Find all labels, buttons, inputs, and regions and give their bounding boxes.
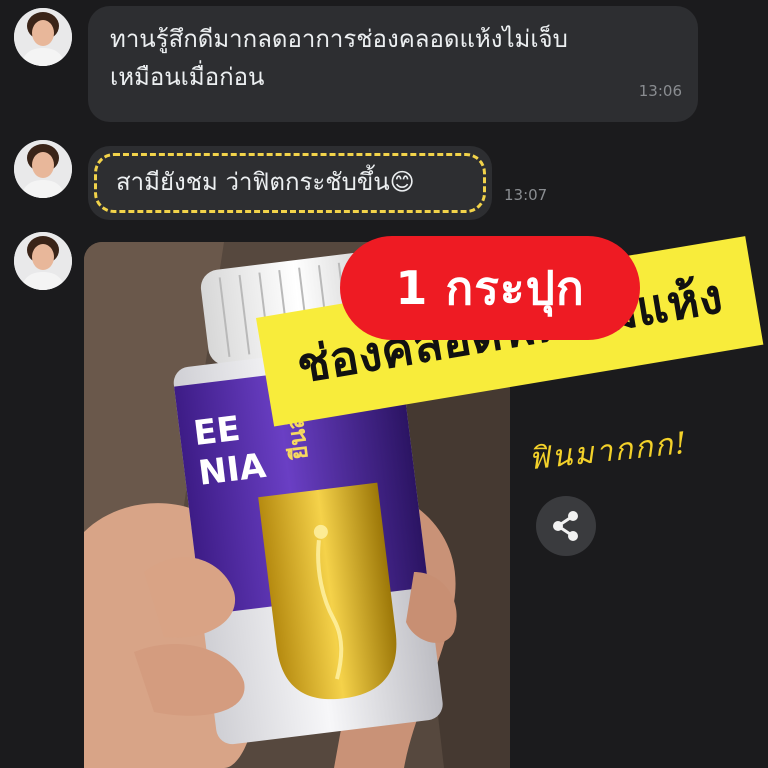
message-text: สามียังชม ว่าฟิตกระชับขึ้น (116, 168, 390, 196)
avatar[interactable] (14, 8, 72, 66)
badge-pill: 1 กระปุก (340, 236, 640, 340)
avatar[interactable] (14, 140, 72, 198)
message-bubble[interactable]: สามียังชม ว่าฟิตกระชับขึ้น😊 (88, 146, 492, 220)
avatar-photo (14, 140, 72, 198)
message-text-line: ทานรู้สึกดีมากลดอาการช่องคลอดแห้งไม่เจ็บ (110, 25, 568, 53)
avatar-photo (14, 232, 72, 290)
message-bubble[interactable]: ทานรู้สึกดีมากลดอาการช่องคลอดแห้งไม่เจ็บ… (88, 6, 698, 122)
smile-emoji-icon: 😊 (389, 168, 415, 196)
message-text-line: เหมือนเมื่อก่อน (110, 63, 265, 91)
bottle-label-text: EE NIA (191, 408, 269, 494)
share-button[interactable] (536, 496, 596, 556)
handwritten-caption: ฟินมากกก! (526, 425, 691, 478)
badge-text: 1 กระปุก (395, 261, 585, 315)
message-timestamp: 13:06 (638, 82, 682, 100)
avatar-photo (14, 8, 72, 66)
message-timestamp: 13:07 (504, 186, 548, 204)
share-icon (553, 511, 578, 541)
avatar[interactable] (14, 232, 72, 290)
